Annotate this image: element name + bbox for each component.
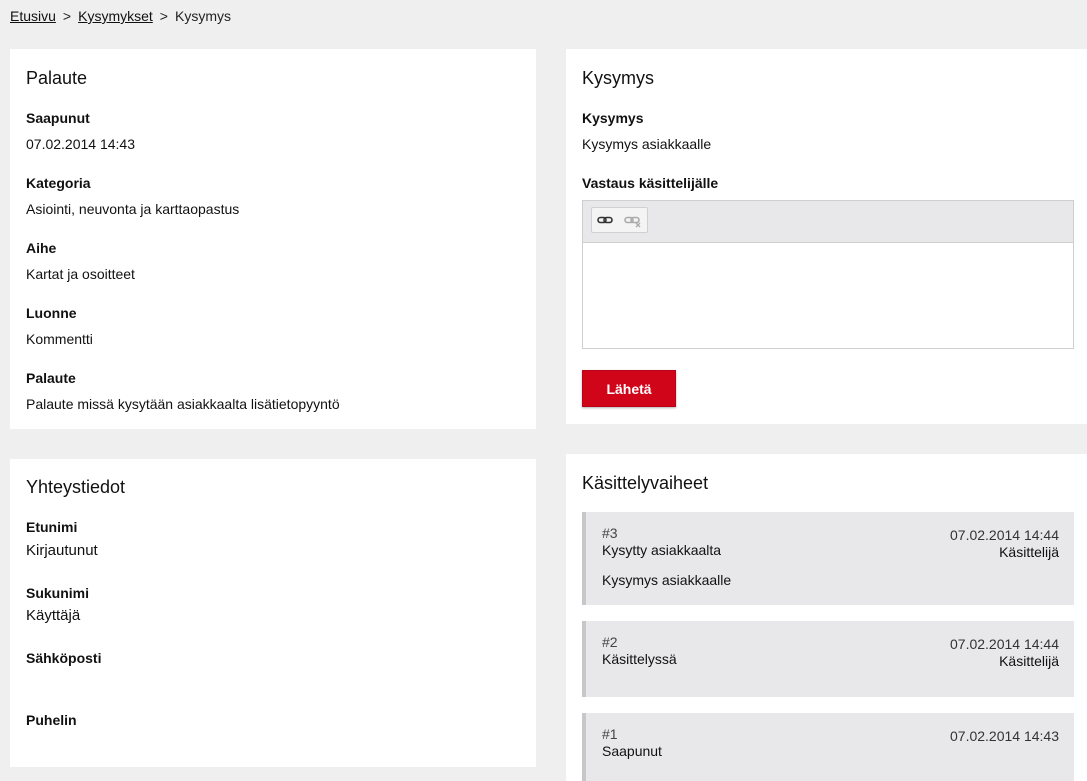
step-message: Kysymys asiakkaalle: [602, 572, 732, 588]
toolbar-button-group: [591, 207, 648, 233]
step-date: 07.02.2014 14:44: [950, 527, 1059, 543]
step-status: Kysytty asiakkaalta: [602, 542, 722, 558]
last-name-value: Käyttäjä: [26, 607, 81, 624]
nature-value: Kommentti: [26, 331, 93, 347]
editor-toolbar: [583, 201, 1073, 243]
breadcrumb-separator: >: [62, 8, 72, 24]
answer-editor: [582, 200, 1074, 349]
step-number: #3: [602, 525, 618, 541]
arrived-label: Saapunut: [26, 110, 90, 126]
step-item: #1 Saapunut 07.02.2014 14:43: [582, 713, 1074, 781]
steps-panel-title: Käsittelyvaiheet: [582, 473, 709, 493]
email-label: Sähköposti: [26, 650, 102, 666]
step-handler: Käsittelijä: [999, 544, 1059, 560]
category-label: Kategoria: [26, 175, 91, 191]
topic-label: Aihe: [26, 240, 57, 256]
breadcrumb-current: Kysymys: [174, 8, 231, 24]
unlink-icon[interactable]: [622, 211, 644, 229]
step-date: 07.02.2014 14:43: [950, 728, 1059, 744]
breadcrumb-questions-link[interactable]: Kysymykset: [78, 8, 153, 24]
first-name-label: Etunimi: [26, 519, 78, 535]
question-value: Kysymys asiakkaalle: [582, 136, 712, 152]
feedback-label: Palaute: [26, 370, 76, 386]
feedback-panel: Palaute Saapunut 07.02.2014 14:43 Katego…: [10, 49, 536, 429]
step-status: Käsittelyssä: [602, 651, 677, 667]
first-name-value: Kirjautunut: [26, 542, 98, 559]
phone-label: Puhelin: [26, 712, 77, 728]
step-item: #2 Käsittelyssä 07.02.2014 14:44 Käsitte…: [582, 621, 1074, 697]
feedback-value: Palaute missä kysytään asiakkaalta lisät…: [26, 396, 340, 412]
question-label: Kysymys: [582, 110, 644, 126]
breadcrumb: Etusivu > Kysymykset > Kysymys: [10, 8, 231, 24]
breadcrumb-home-link[interactable]: Etusivu: [10, 8, 56, 24]
contact-panel-title: Yhteystiedot: [26, 477, 126, 497]
arrived-value: 07.02.2014 14:43: [26, 136, 135, 152]
contact-panel: Yhteystiedot Etunimi Kirjautunut Sukunim…: [10, 459, 536, 767]
step-date: 07.02.2014 14:44: [950, 636, 1059, 652]
step-number: #1: [602, 726, 618, 742]
step-item: #3 Kysytty asiakkaalta 07.02.2014 14:44 …: [582, 512, 1074, 605]
feedback-panel-title: Palaute: [26, 68, 88, 88]
last-name-label: Sukunimi: [26, 585, 90, 601]
answer-label: Vastaus käsittelijälle: [582, 175, 719, 191]
answer-textarea[interactable]: [583, 243, 1073, 348]
steps-panel: Käsittelyvaiheet #3 Kysytty asiakkaalta …: [566, 454, 1087, 781]
step-handler: Käsittelijä: [999, 653, 1059, 669]
question-panel-title: Kysymys: [582, 68, 654, 88]
send-button[interactable]: Lähetä: [582, 370, 676, 407]
breadcrumb-separator: >: [159, 8, 168, 24]
step-status: Saapunut: [602, 743, 662, 759]
step-number: #2: [602, 634, 618, 650]
category-value: Asiointi, neuvonta ja karttaopastus: [26, 201, 240, 217]
link-icon[interactable]: [595, 211, 617, 229]
question-panel: Kysymys Kysymys Kysymys asiakkaalle Vast…: [566, 49, 1087, 424]
topic-value: Kartat ja osoitteet: [26, 266, 135, 282]
nature-label: Luonne: [26, 305, 77, 321]
